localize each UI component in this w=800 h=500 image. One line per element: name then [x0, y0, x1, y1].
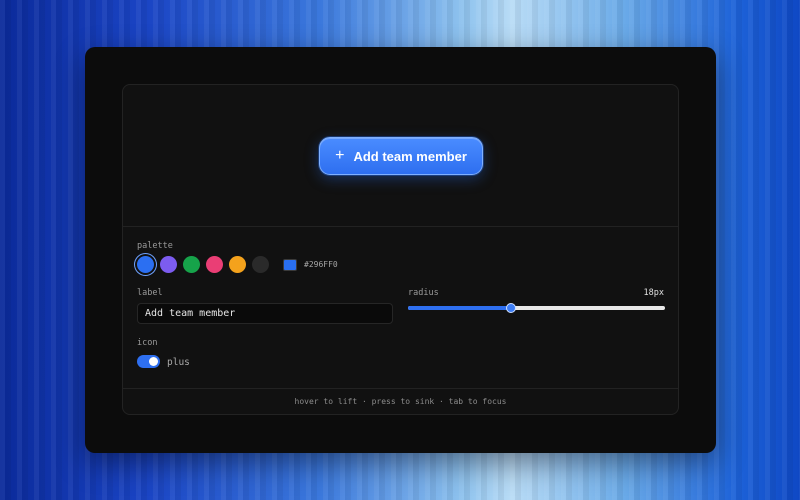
- swatch-amber[interactable]: [229, 256, 246, 273]
- palette-label: palette: [137, 241, 173, 251]
- swatch-pink[interactable]: [206, 256, 223, 273]
- radius-label: radius: [408, 288, 439, 298]
- button-label: Add team member: [353, 148, 467, 164]
- button-builder-panel: + Add team member palette #296FF0 label …: [122, 84, 679, 415]
- label-input[interactable]: Add team member: [137, 303, 393, 324]
- icon-label: icon: [137, 338, 158, 348]
- radius-slider[interactable]: [408, 303, 665, 313]
- swatch-dark[interactable]: [252, 256, 269, 273]
- color-picker-swatch[interactable]: [283, 259, 297, 271]
- swatch-blue[interactable]: [137, 256, 154, 273]
- plus-icon: +: [335, 146, 345, 164]
- footer-divider: [123, 388, 678, 389]
- app-window: + Add team member palette #296FF0 label …: [85, 47, 716, 453]
- swatch-purple[interactable]: [160, 256, 177, 273]
- palette-swatches: [137, 256, 269, 273]
- icon-name: plus: [167, 357, 190, 368]
- add-team-member-button[interactable]: + Add team member: [319, 137, 483, 175]
- swatch-green[interactable]: [183, 256, 200, 273]
- icon-toggle[interactable]: [137, 355, 160, 368]
- label-field-label: label: [137, 288, 163, 298]
- toggle-knob: [149, 357, 158, 366]
- interaction-hint: hover to lift · press to sink · tab to f…: [294, 397, 507, 406]
- radius-slider-thumb[interactable]: [505, 303, 516, 313]
- hex-value: #296FF0: [304, 260, 338, 269]
- preview-area: + Add team member: [123, 85, 678, 227]
- radius-slider-fill: [408, 306, 511, 310]
- radius-value: 18px: [643, 288, 664, 298]
